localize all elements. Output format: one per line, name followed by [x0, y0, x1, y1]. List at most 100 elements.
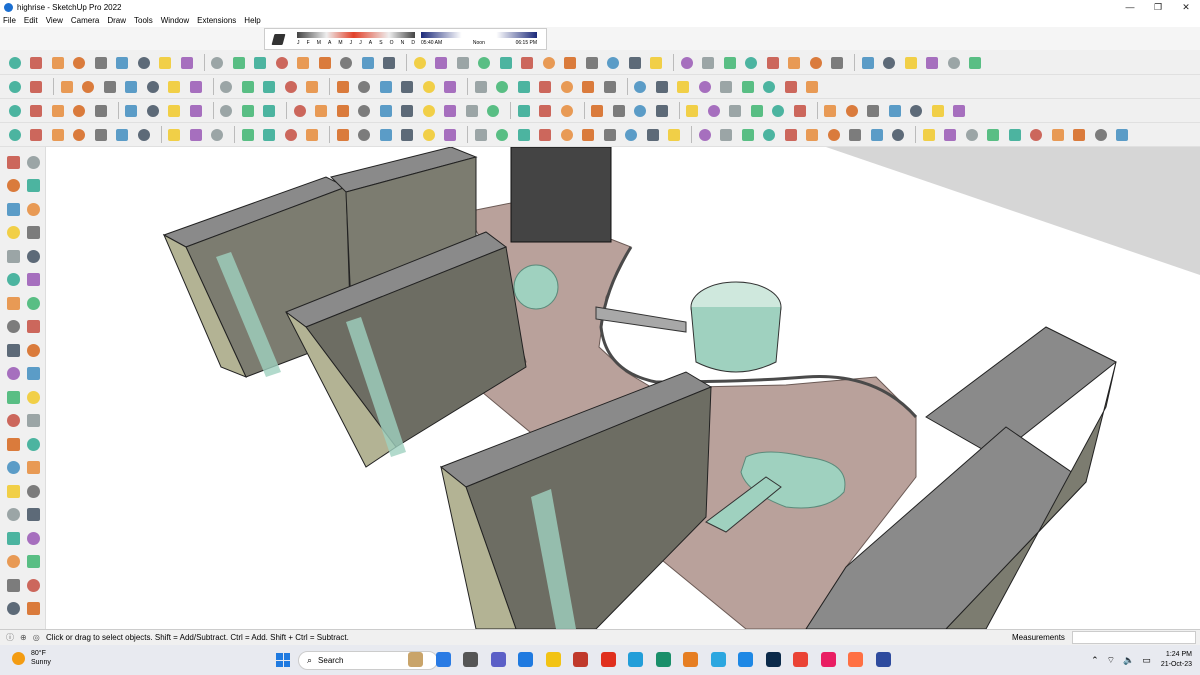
left-tool-icon[interactable] — [4, 459, 22, 477]
left-tool-icon[interactable] — [4, 341, 22, 359]
toolbar-tool-icon[interactable] — [239, 102, 256, 119]
toolbar-tool-icon[interactable] — [537, 78, 554, 95]
toolbar-tool-icon[interactable] — [515, 78, 532, 95]
toolbar-tool-icon[interactable] — [727, 102, 744, 119]
menu-edit[interactable]: Edit — [24, 16, 38, 25]
toolbar-tool-icon[interactable] — [807, 54, 824, 71]
toolbar-tool-icon[interactable] — [71, 102, 88, 119]
toolbar-tool-icon[interactable] — [770, 102, 787, 119]
toolbar-tool-icon[interactable] — [494, 78, 511, 95]
toolbar-tool-icon[interactable] — [209, 54, 226, 71]
toolbar-tool-icon[interactable] — [985, 126, 1002, 143]
toolbar-tool-icon[interactable] — [791, 102, 808, 119]
toolbar-tool-icon[interactable] — [902, 54, 919, 71]
left-tool-icon[interactable] — [4, 177, 22, 195]
user-icon[interactable]: ◎ — [33, 633, 40, 642]
toolbar-tool-icon[interactable] — [558, 102, 575, 119]
toolbar-tool-icon[interactable] — [399, 126, 416, 143]
toolbar-tool-icon[interactable] — [28, 54, 45, 71]
toolbar-tool-icon[interactable] — [519, 54, 536, 71]
toolbar-tool-icon[interactable] — [92, 102, 109, 119]
toolbar-tool-icon[interactable] — [718, 78, 735, 95]
taskbar-app-icon[interactable] — [875, 652, 891, 667]
toolbar-tool-icon[interactable] — [6, 54, 23, 71]
toolbar-tool-icon[interactable] — [338, 54, 355, 71]
toolbar-tool-icon[interactable] — [684, 102, 701, 119]
wifi-icon[interactable]: ⌔ — [1107, 655, 1115, 666]
toolbar-tool-icon[interactable] — [666, 126, 683, 143]
toolbar-tool-icon[interactable] — [377, 78, 394, 95]
time-slider[interactable] — [421, 32, 537, 38]
left-tool-icon[interactable] — [4, 318, 22, 336]
taskbar-app-icon[interactable] — [518, 652, 533, 667]
menu-extensions[interactable]: Extensions — [197, 16, 236, 25]
toolbar-tool-icon[interactable] — [859, 54, 876, 71]
left-tool-icon[interactable] — [4, 435, 22, 453]
toolbar-tool-icon[interactable] — [71, 126, 88, 143]
toolbar-tool-icon[interactable] — [101, 78, 118, 95]
toolbar-tool-icon[interactable] — [49, 54, 66, 71]
left-tool-icon[interactable] — [4, 153, 22, 171]
toolbar-tool-icon[interactable] — [463, 102, 480, 119]
toolbar-tool-icon[interactable] — [718, 126, 735, 143]
toolbar-tool-icon[interactable] — [908, 102, 925, 119]
toolbar-tool-icon[interactable] — [696, 126, 713, 143]
toolbar-tool-icon[interactable] — [442, 102, 459, 119]
model-viewport[interactable] — [46, 147, 1200, 629]
toolbar-tool-icon[interactable] — [829, 54, 846, 71]
left-tool-icon[interactable] — [24, 412, 42, 430]
toolbar-tool-icon[interactable] — [644, 126, 661, 143]
toolbar-tool-icon[interactable] — [6, 102, 23, 119]
toolbar-tool-icon[interactable] — [610, 102, 627, 119]
toolbar-tool-icon[interactable] — [804, 126, 821, 143]
taskbar-app-icon[interactable] — [573, 652, 588, 667]
toolbar-tool-icon[interactable] — [924, 54, 941, 71]
toolbar-tool-icon[interactable] — [786, 54, 803, 71]
toolbar-tool-icon[interactable] — [626, 54, 643, 71]
toolbar-tool-icon[interactable] — [28, 102, 45, 119]
taskbar-app-icon[interactable] — [683, 652, 698, 667]
toolbar-tool-icon[interactable] — [601, 78, 618, 95]
toolbar-tool-icon[interactable] — [743, 54, 760, 71]
taskbar-app-icon[interactable] — [435, 652, 451, 667]
taskbar-app-icon[interactable] — [545, 652, 561, 667]
toolbar-tool-icon[interactable] — [678, 54, 695, 71]
left-tool-icon[interactable] — [4, 271, 22, 289]
toolbar-tool-icon[interactable] — [295, 54, 312, 71]
weather-widget[interactable]: 80°F Sunny — [12, 649, 51, 667]
left-tool-icon[interactable] — [24, 341, 42, 359]
chevron-up-icon[interactable]: ⌃ — [1091, 655, 1099, 666]
toolbar-tool-icon[interactable] — [515, 126, 532, 143]
left-tool-icon[interactable] — [4, 247, 22, 265]
menu-help[interactable]: Help — [244, 16, 260, 25]
toolbar-tool-icon[interactable] — [890, 126, 907, 143]
toolbar-tool-icon[interactable] — [580, 78, 597, 95]
left-tool-icon[interactable] — [24, 553, 42, 571]
toolbar-tool-icon[interactable] — [761, 78, 778, 95]
geo-location-icon[interactable]: ⊕ — [20, 633, 27, 642]
toolbar-tool-icon[interactable] — [261, 102, 278, 119]
toolbar-tool-icon[interactable] — [497, 54, 514, 71]
taskbar-app-icon[interactable] — [848, 652, 863, 667]
shadow-toggle-icon[interactable] — [271, 34, 286, 45]
toolbar-tool-icon[interactable] — [739, 126, 756, 143]
left-tool-icon[interactable] — [4, 224, 22, 242]
toolbar-tool-icon[interactable] — [273, 54, 290, 71]
toolbar-tool-icon[interactable] — [648, 54, 665, 71]
toolbar-tool-icon[interactable] — [166, 126, 183, 143]
battery-icon[interactable]: ▭ — [1142, 655, 1151, 666]
toolbar-tool-icon[interactable] — [144, 102, 161, 119]
toolbar-tool-icon[interactable] — [1092, 126, 1109, 143]
toolbar-tool-icon[interactable] — [605, 54, 622, 71]
left-tool-icon[interactable] — [4, 576, 22, 594]
toolbar-tool-icon[interactable] — [942, 126, 959, 143]
toolbar-tool-icon[interactable] — [951, 102, 968, 119]
toolbar-tool-icon[interactable] — [187, 78, 204, 95]
toolbar-tool-icon[interactable] — [166, 102, 183, 119]
toolbar-tool-icon[interactable] — [411, 54, 428, 71]
toolbar-tool-icon[interactable] — [476, 54, 493, 71]
left-tool-icon[interactable] — [24, 482, 42, 500]
toolbar-tool-icon[interactable] — [420, 78, 437, 95]
volume-icon[interactable]: 🔈 — [1123, 655, 1134, 666]
toolbar-tool-icon[interactable] — [420, 126, 437, 143]
